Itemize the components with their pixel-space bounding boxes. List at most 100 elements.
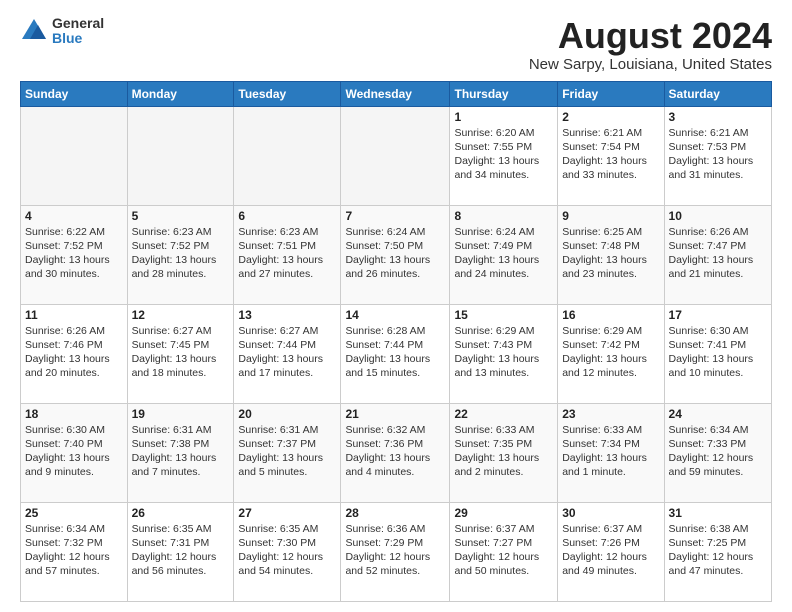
table-row — [127, 106, 234, 205]
day-info: Sunrise: 6:33 AM Sunset: 7:35 PM Dayligh… — [454, 423, 553, 480]
day-info: Sunrise: 6:28 AM Sunset: 7:44 PM Dayligh… — [345, 324, 445, 381]
day-info: Sunrise: 6:34 AM Sunset: 7:33 PM Dayligh… — [669, 423, 767, 480]
col-sunday: Sunday — [21, 81, 128, 106]
day-number: 1 — [454, 110, 553, 124]
logo-text: General Blue — [52, 16, 104, 47]
day-info: Sunrise: 6:38 AM Sunset: 7:25 PM Dayligh… — [669, 522, 767, 579]
day-number: 23 — [562, 407, 659, 421]
col-friday: Friday — [558, 81, 664, 106]
table-row — [341, 106, 450, 205]
table-row: 19Sunrise: 6:31 AM Sunset: 7:38 PM Dayli… — [127, 403, 234, 502]
calendar-header-row: Sunday Monday Tuesday Wednesday Thursday… — [21, 81, 772, 106]
day-number: 10 — [669, 209, 767, 223]
day-number: 2 — [562, 110, 659, 124]
day-number: 11 — [25, 308, 123, 322]
page: General Blue August 2024 New Sarpy, Loui… — [0, 0, 792, 612]
day-info: Sunrise: 6:34 AM Sunset: 7:32 PM Dayligh… — [25, 522, 123, 579]
day-number: 20 — [238, 407, 336, 421]
col-thursday: Thursday — [450, 81, 558, 106]
day-number: 15 — [454, 308, 553, 322]
day-number: 25 — [25, 506, 123, 520]
day-info: Sunrise: 6:37 AM Sunset: 7:27 PM Dayligh… — [454, 522, 553, 579]
logo-blue: Blue — [52, 31, 104, 46]
day-info: Sunrise: 6:33 AM Sunset: 7:34 PM Dayligh… — [562, 423, 659, 480]
table-row: 8Sunrise: 6:24 AM Sunset: 7:49 PM Daylig… — [450, 205, 558, 304]
table-row: 29 Sunrise: 6:37 AM Sunset: 7:27 PM Dayli… — [450, 502, 558, 601]
table-row: 18 Sunrise: 6:30 AM Sunset: 7:40 PM Dayli… — [21, 403, 128, 502]
day-info: Sunrise: 6:24 AM Sunset: 7:50 PM Dayligh… — [345, 225, 445, 282]
col-wednesday: Wednesday — [341, 81, 450, 106]
day-number: 30 — [562, 506, 659, 520]
day-info: Sunrise: 6:20 AM Sunset: 7:55 PM Dayligh… — [454, 126, 553, 183]
day-number: 4 — [25, 209, 123, 223]
day-number: 29 — [454, 506, 553, 520]
table-row: 30 Sunrise: 6:37 AM Sunset: 7:26 PM Dayli… — [558, 502, 664, 601]
table-row: 22 Sunrise: 6:33 AM Sunset: 7:35 PM Dayli… — [450, 403, 558, 502]
day-info: Sunrise: 6:27 AM Sunset: 7:44 PM Dayligh… — [238, 324, 336, 381]
table-row: 5 Sunrise: 6:23 AM Sunset: 7:52 PM Daylig… — [127, 205, 234, 304]
day-number: 21 — [345, 407, 445, 421]
day-info: Sunrise: 6:30 AM Sunset: 7:41 PM Dayligh… — [669, 324, 767, 381]
calendar-week-row: 18 Sunrise: 6:30 AM Sunset: 7:40 PM Dayli… — [21, 403, 772, 502]
day-number: 17 — [669, 308, 767, 322]
table-row: 14Sunrise: 6:28 AM Sunset: 7:44 PM Dayli… — [341, 304, 450, 403]
table-row: 3Sunrise: 6:21 AM Sunset: 7:53 PM Daylig… — [664, 106, 771, 205]
day-number: 6 — [238, 209, 336, 223]
day-info: Sunrise: 6:30 AM Sunset: 7:40 PM Dayligh… — [25, 423, 123, 480]
calendar-week-row: 1 Sunrise: 6:20 AM Sunset: 7:55 PM Daylig… — [21, 106, 772, 205]
table-row: 20 Sunrise: 6:31 AM Sunset: 7:37 PM Dayli… — [234, 403, 341, 502]
day-number: 31 — [669, 506, 767, 520]
col-saturday: Saturday — [664, 81, 771, 106]
day-info: Sunrise: 6:26 AM Sunset: 7:47 PM Dayligh… — [669, 225, 767, 282]
day-info: Sunrise: 6:24 AM Sunset: 7:49 PM Dayligh… — [454, 225, 553, 282]
day-info: Sunrise: 6:29 AM Sunset: 7:42 PM Dayligh… — [562, 324, 659, 381]
day-number: 28 — [345, 506, 445, 520]
day-number: 22 — [454, 407, 553, 421]
table-row: 15 Sunrise: 6:29 AM Sunset: 7:43 PM Dayli… — [450, 304, 558, 403]
table-row: 24 Sunrise: 6:34 AM Sunset: 7:33 PM Dayli… — [664, 403, 771, 502]
table-row: 28 Sunrise: 6:36 AM Sunset: 7:29 PM Dayli… — [341, 502, 450, 601]
header: General Blue August 2024 New Sarpy, Loui… — [20, 16, 772, 73]
calendar-table: Sunday Monday Tuesday Wednesday Thursday… — [20, 81, 772, 602]
day-info: Sunrise: 6:31 AM Sunset: 7:37 PM Dayligh… — [238, 423, 336, 480]
day-number: 3 — [669, 110, 767, 124]
calendar-week-row: 25 Sunrise: 6:34 AM Sunset: 7:32 PM Dayli… — [21, 502, 772, 601]
day-number: 18 — [25, 407, 123, 421]
day-info: Sunrise: 6:35 AM Sunset: 7:30 PM Dayligh… — [238, 522, 336, 579]
day-number: 5 — [132, 209, 230, 223]
day-info: Sunrise: 6:22 AM Sunset: 7:52 PM Dayligh… — [25, 225, 123, 282]
day-info: Sunrise: 6:23 AM Sunset: 7:52 PM Dayligh… — [132, 225, 230, 282]
col-monday: Monday — [127, 81, 234, 106]
table-row: 23 Sunrise: 6:33 AM Sunset: 7:34 PM Dayli… — [558, 403, 664, 502]
table-row: 4 Sunrise: 6:22 AM Sunset: 7:52 PM Daylig… — [21, 205, 128, 304]
table-row: 21 Sunrise: 6:32 AM Sunset: 7:36 PM Dayli… — [341, 403, 450, 502]
day-number: 24 — [669, 407, 767, 421]
title-block: August 2024 New Sarpy, Louisiana, United… — [529, 16, 772, 73]
logo-general: General — [52, 16, 104, 31]
day-info: Sunrise: 6:37 AM Sunset: 7:26 PM Dayligh… — [562, 522, 659, 579]
table-row: 25 Sunrise: 6:34 AM Sunset: 7:32 PM Dayli… — [21, 502, 128, 601]
table-row: 11Sunrise: 6:26 AM Sunset: 7:46 PM Dayli… — [21, 304, 128, 403]
day-number: 19 — [132, 407, 230, 421]
table-row: 17 Sunrise: 6:30 AM Sunset: 7:41 PM Dayli… — [664, 304, 771, 403]
table-row: 1 Sunrise: 6:20 AM Sunset: 7:55 PM Daylig… — [450, 106, 558, 205]
day-number: 13 — [238, 308, 336, 322]
logo: General Blue — [20, 16, 104, 47]
day-info: Sunrise: 6:32 AM Sunset: 7:36 PM Dayligh… — [345, 423, 445, 480]
day-info: Sunrise: 6:29 AM Sunset: 7:43 PM Dayligh… — [454, 324, 553, 381]
table-row: 6Sunrise: 6:23 AM Sunset: 7:51 PM Daylig… — [234, 205, 341, 304]
logo-icon — [20, 17, 48, 45]
table-row: 27 Sunrise: 6:35 AM Sunset: 7:30 PM Dayli… — [234, 502, 341, 601]
day-info: Sunrise: 6:25 AM Sunset: 7:48 PM Dayligh… — [562, 225, 659, 282]
table-row: 13 Sunrise: 6:27 AM Sunset: 7:44 PM Dayli… — [234, 304, 341, 403]
day-info: Sunrise: 6:36 AM Sunset: 7:29 PM Dayligh… — [345, 522, 445, 579]
day-info: Sunrise: 6:35 AM Sunset: 7:31 PM Dayligh… — [132, 522, 230, 579]
day-number: 27 — [238, 506, 336, 520]
table-row: 2 Sunrise: 6:21 AM Sunset: 7:54 PM Daylig… — [558, 106, 664, 205]
table-row: 31 Sunrise: 6:38 AM Sunset: 7:25 PM Dayli… — [664, 502, 771, 601]
day-number: 12 — [132, 308, 230, 322]
col-tuesday: Tuesday — [234, 81, 341, 106]
day-info: Sunrise: 6:21 AM Sunset: 7:54 PM Dayligh… — [562, 126, 659, 183]
table-row — [234, 106, 341, 205]
calendar-week-row: 11Sunrise: 6:26 AM Sunset: 7:46 PM Dayli… — [21, 304, 772, 403]
